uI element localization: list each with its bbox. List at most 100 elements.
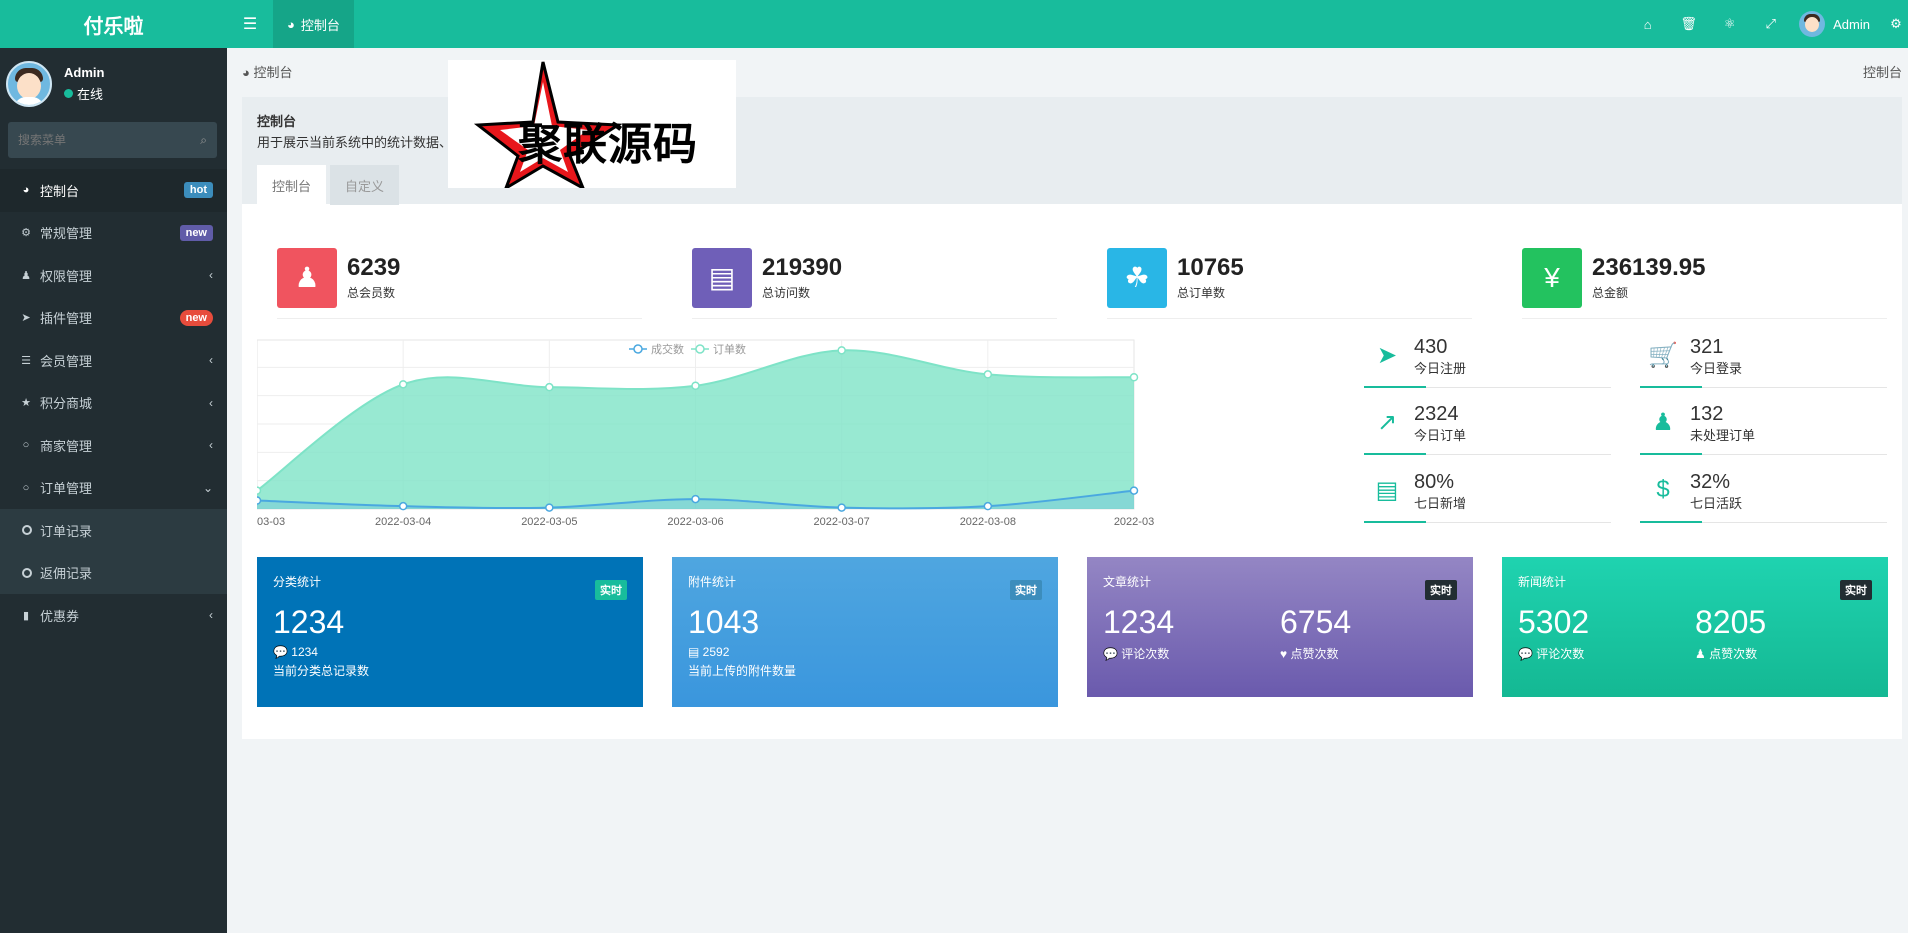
trash-icon[interactable]: 🗑 <box>1668 16 1709 32</box>
home-icon[interactable]: ⌂ <box>1627 17 1668 32</box>
bookmark-icon: ▮ <box>22 609 30 622</box>
chevron-left-icon: ‹ <box>209 395 213 410</box>
cogs-icon: ⚙ <box>21 227 31 240</box>
users-icon: ♟ <box>277 247 337 308</box>
users-icon: ♟ <box>21 269 31 282</box>
hot-badge: hot <box>183 182 213 199</box>
sidebar-item-commission-record[interactable]: 返佣记录 <box>0 552 227 595</box>
comment-icon: 💬 <box>273 645 292 659</box>
stat-orders: ☘ 10765 总订单数 <box>1107 237 1472 319</box>
cart-icon: 🛒 <box>1648 341 1678 369</box>
tab-custom[interactable]: 自定义 <box>330 165 400 205</box>
stat-amount: ¥ 236139.95 总金额 <box>1522 237 1887 319</box>
search-input[interactable] <box>18 133 201 147</box>
x-tick-label: 2022-03-06 <box>667 516 723 528</box>
avatar <box>6 61 52 107</box>
watermark-text: 聚联源码 <box>518 120 698 169</box>
fullscreen-icon[interactable]: ⤢ <box>1750 16 1791 32</box>
sidebar-search[interactable]: ⌕ <box>8 122 217 158</box>
cogs-icon[interactable]: ⚙ <box>1884 16 1908 32</box>
realtime-badge: 实时 <box>1840 580 1872 600</box>
search-icon[interactable]: ⌕ <box>200 133 207 148</box>
card-news-stats: 新闻统计 实时 5302 💬 评论次数 8205 ♟ 点赞次数 <box>1502 557 1888 697</box>
card-category-stats: 分类统计 实时 1234 💬 1234 当前分类总记录数 <box>257 557 643 707</box>
x-tick-label: 03-03 <box>257 516 285 528</box>
dollar-icon: $ <box>1656 476 1670 503</box>
mini-stat-orders: ↗ 2324 今日订单 <box>1364 399 1611 455</box>
star-icon: ★ <box>21 397 31 410</box>
x-tick-label: 2022-03-05 <box>521 516 577 528</box>
chevron-left-icon: ‹ <box>209 438 213 453</box>
dashboard-icon: ◕ <box>287 16 295 32</box>
sidebar-item-merchant[interactable]: ○ 商家管理 ‹ <box>0 424 227 467</box>
line-chart-icon: ↗ <box>1376 408 1398 436</box>
data-point[interactable] <box>545 503 554 512</box>
user-panel: Admin 在线 <box>0 48 227 120</box>
sidebar-item-points-mall[interactable]: ★ 积分商城 ‹ <box>0 382 227 425</box>
shopping-bag-icon: ☘ <box>1107 247 1167 308</box>
new-badge: new <box>179 309 213 326</box>
user-status: 在线 <box>64 84 104 103</box>
breadcrumb-item[interactable]: 控制台 <box>253 65 292 80</box>
order-submenu: 订单记录 返佣记录 <box>0 509 227 594</box>
language-icon[interactable]: ⚛ <box>1709 16 1750 32</box>
list-alt-icon: ▤ <box>1375 476 1399 504</box>
data-point[interactable] <box>398 501 408 511</box>
file-icon: ▤ <box>688 645 703 659</box>
mini-stat-pending: ♟ 132 未处理订单 <box>1640 399 1887 455</box>
area-chart: 03-03 2022-03-04 2022-03-05 2022-03-06 2022-… <box>252 339 1154 528</box>
tab-dashboard[interactable]: ◕ 控制台 <box>273 0 354 48</box>
data-point[interactable] <box>252 496 262 505</box>
header-user[interactable]: Admin <box>1791 11 1884 37</box>
watermark-logo: 聚联源码 <box>448 60 736 188</box>
data-point[interactable] <box>983 370 993 379</box>
data-point[interactable] <box>1129 373 1139 382</box>
data-point[interactable] <box>398 380 408 389</box>
sidebar: 付乐啦 Admin 在线 ⌕ ◕ 控制台 hot ⚙ 常规管理 new ♟ 权限… <box>0 0 227 933</box>
sidebar-item-dashboard[interactable]: ◕ 控制台 hot <box>0 169 227 212</box>
data-point[interactable] <box>545 382 554 392</box>
menu-toggle-icon[interactable]: ☰ <box>227 0 273 48</box>
data-point[interactable] <box>1129 486 1139 495</box>
sidebar-item-coupon[interactable]: ▮ 优惠券 ‹ <box>0 594 227 637</box>
x-tick-label: 2022-03-07 <box>814 516 870 528</box>
card-attachment-stats: 附件统计 实时 1043 ▤ 2592 当前上传的附件数量 <box>672 557 1058 707</box>
stat-members: ♟ 6239 总会员数 <box>277 237 642 319</box>
trend-chart: 03-03 2022-03-04 2022-03-05 2022-03-06 2022-… <box>252 339 1333 531</box>
card-article-stats: 文章统计 实时 1234 💬 评论次数 6754 ♥ 点赞次数 <box>1087 557 1473 697</box>
data-point[interactable] <box>691 381 700 390</box>
circle-icon: ○ <box>22 481 30 494</box>
comment-icon: 💬 <box>1103 647 1122 661</box>
avatar <box>1799 11 1826 37</box>
dashboard-icon: ◕ <box>242 65 254 80</box>
data-point[interactable] <box>837 503 846 512</box>
data-point[interactable] <box>691 494 700 504</box>
tab-dashboard[interactable]: 控制台 <box>257 165 327 205</box>
sidebar-item-addon[interactable]: ➤ 插件管理 new <box>0 297 227 340</box>
realtime-badge: 实时 <box>1425 580 1457 600</box>
users-icon: ♟ <box>1652 408 1674 436</box>
sidebar-item-order[interactable]: ○ 订单管理 ⌄ <box>0 467 227 510</box>
new-badge: new <box>179 224 213 241</box>
data-point[interactable] <box>252 486 262 495</box>
circle-icon <box>22 567 32 578</box>
legend-label[interactable]: 成交数 <box>651 342 684 356</box>
mini-stat-login: 🛒 321 今日登录 <box>1640 332 1887 388</box>
book-icon: ▤ <box>692 247 752 308</box>
sidebar-item-member[interactable]: ☰ 会员管理 ‹ <box>0 339 227 382</box>
sidebar-item-general[interactable]: ⚙ 常规管理 new <box>0 212 227 255</box>
mini-stat-new7: ▤ 80% 七日新增 <box>1364 467 1611 523</box>
realtime-badge: 实时 <box>595 580 627 600</box>
data-point[interactable] <box>837 346 846 355</box>
brand-logo[interactable]: 付乐啦 <box>0 0 227 48</box>
legend-label[interactable]: 订单数 <box>713 343 746 356</box>
data-point[interactable] <box>983 501 993 511</box>
sidebar-item-order-record[interactable]: 订单记录 <box>0 509 227 552</box>
header-right: ⌂ 🗑 ⚛ ⤢ Admin ⚙ <box>1627 0 1908 48</box>
top-header: ☰ ◕ 控制台 ⌂ 🗑 ⚛ ⤢ Admin ⚙ <box>227 0 1908 48</box>
circle-icon: ○ <box>22 439 30 452</box>
chevron-down-icon: ⌄ <box>202 480 213 495</box>
heart-icon: ♥ <box>1280 647 1291 661</box>
sidebar-item-auth[interactable]: ♟ 权限管理 ‹ <box>0 254 227 297</box>
breadcrumb-current: 控制台 <box>1862 65 1902 80</box>
